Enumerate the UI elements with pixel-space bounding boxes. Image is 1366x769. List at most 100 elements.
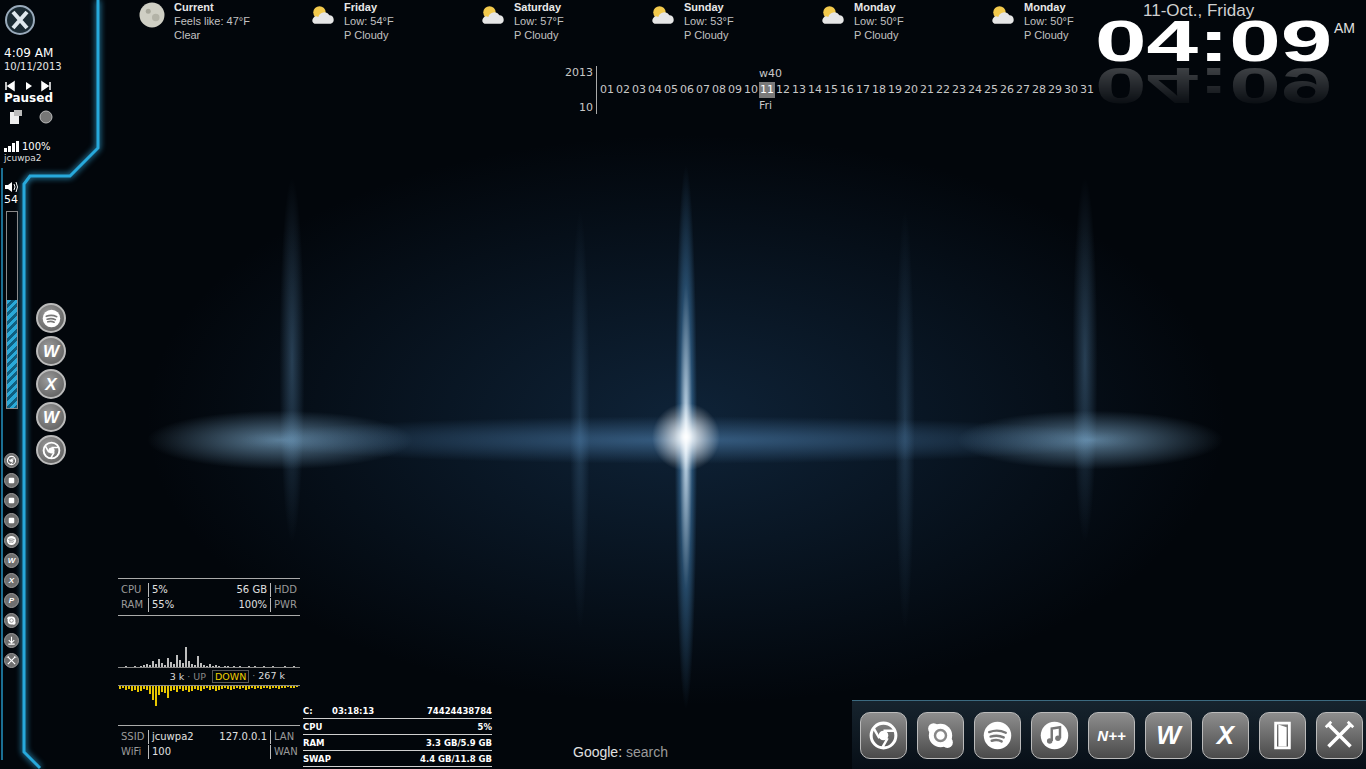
calendar-day[interactable]: 03	[631, 66, 647, 114]
calendar-day[interactable]: 09	[727, 66, 743, 114]
previous-icon[interactable]	[4, 77, 16, 89]
tools-icon[interactable]	[4, 653, 19, 668]
calendar-day-number: 01	[599, 82, 615, 98]
calendar-day[interactable]: 01	[599, 66, 615, 114]
chrome-icon[interactable]	[860, 712, 907, 759]
system-panel-value2: 100%	[238, 599, 267, 610]
drive-value: 4.4 GB/11.8 GB	[420, 754, 492, 764]
calendar-day[interactable]: 31	[1079, 66, 1095, 114]
notepad-icon[interactable]: N++	[1088, 712, 1135, 759]
system-panel-cell: CPU	[118, 583, 148, 597]
media-icons	[8, 109, 54, 129]
chart-bar	[281, 686, 283, 688]
calendar-day[interactable]: 02	[615, 66, 631, 114]
calendar-day[interactable]: 16	[839, 66, 855, 114]
separator: ·	[252, 670, 255, 683]
spotify-icon[interactable]	[974, 712, 1021, 759]
generic-icon[interactable]	[4, 473, 19, 488]
speaker-icon[interactable]	[38, 109, 54, 129]
chart-bar	[179, 660, 181, 667]
calendar: 20131001020304050607080910w4011Fri121314…	[565, 66, 1095, 114]
calendar-day[interactable]: 20	[903, 66, 919, 114]
letter-icon[interactable]: P	[4, 593, 19, 608]
chrome-icon[interactable]	[4, 453, 19, 468]
letter-icon[interactable]: X	[36, 369, 66, 399]
calendar-year-month: 201310	[565, 66, 597, 114]
google-search[interactable]: Google:search	[573, 744, 668, 760]
chart-bar	[158, 659, 160, 667]
letter-icon[interactable]: W	[36, 402, 66, 432]
weather-text: SaturdayLow: 57°FP Cloudy	[514, 0, 564, 42]
download-caption: DOWN	[212, 670, 249, 683]
chrome-icon[interactable]	[36, 435, 66, 465]
music-icon[interactable]	[1031, 712, 1078, 759]
upload-label: 3 k·UP	[118, 671, 209, 682]
generic-icon[interactable]	[4, 513, 19, 528]
chart-bar	[218, 686, 220, 690]
spotify-icon[interactable]	[36, 303, 66, 333]
calendar-day[interactable]: 18	[871, 66, 887, 114]
calendar-day[interactable]: 22	[935, 66, 951, 114]
device-icon[interactable]	[8, 109, 24, 129]
calendar-day[interactable]: 19	[887, 66, 903, 114]
calendar-day-number: 25	[983, 82, 999, 98]
play-icon[interactable]	[22, 77, 34, 89]
weather-item: SaturdayLow: 57°FP Cloudy	[476, 0, 646, 42]
weather-condition: P Cloudy	[684, 28, 734, 42]
calendar-day[interactable]: 13	[791, 66, 807, 114]
wifi-panel-label: SSID	[121, 731, 144, 742]
calendar-day[interactable]: w4011Fri	[759, 66, 775, 114]
calendar-day[interactable]: 27	[1015, 66, 1031, 114]
chart-bar	[197, 656, 199, 667]
volume-slider[interactable]	[6, 211, 18, 409]
calendar-day[interactable]: 24	[967, 66, 983, 114]
calendar-day[interactable]: 10	[743, 66, 759, 114]
calendar-day[interactable]: 14	[807, 66, 823, 114]
calendar-day[interactable]: 05	[663, 66, 679, 114]
calendar-day[interactable]: 17	[855, 66, 871, 114]
download-icon[interactable]	[4, 633, 19, 648]
calendar-day[interactable]: 25	[983, 66, 999, 114]
calendar-day-number: 18	[871, 82, 887, 98]
calendar-day[interactable]: 12	[775, 66, 791, 114]
calendar-day[interactable]: 26	[999, 66, 1015, 114]
next-icon[interactable]	[40, 77, 52, 89]
door-icon[interactable]	[1259, 712, 1306, 759]
letter-icon[interactable]: W	[4, 553, 19, 568]
sidebar-date: 10/11/2013	[4, 60, 62, 73]
signal-bar	[8, 146, 11, 152]
calendar-day[interactable]: 29	[1047, 66, 1063, 114]
upload-rate: 3 k	[170, 671, 185, 682]
weather-day: Saturday	[514, 1, 561, 13]
tools-icon[interactable]	[1316, 712, 1363, 759]
weather-partly-cloudy-icon	[986, 0, 1018, 42]
chart-bar	[203, 686, 205, 689]
calendar-day[interactable]: 28	[1031, 66, 1047, 114]
volume-icon[interactable]	[4, 178, 18, 190]
chart-bar	[152, 686, 154, 700]
chart-bar	[239, 686, 241, 689]
letter-icon[interactable]: X	[1202, 712, 1249, 759]
letter-icon[interactable]: W	[1145, 712, 1192, 759]
letter-icon[interactable]: X	[4, 573, 19, 588]
weather-moon-icon	[136, 0, 168, 42]
calendar-day[interactable]: 07	[695, 66, 711, 114]
calendar-day[interactable]: 23	[951, 66, 967, 114]
spotify-icon[interactable]	[4, 533, 19, 548]
search-field[interactable]: search	[626, 744, 668, 760]
skype-icon[interactable]	[917, 712, 964, 759]
system-panel-label: CPU	[121, 584, 141, 595]
x-logo-icon[interactable]	[4, 4, 36, 36]
drive-row: CPU5%	[303, 720, 492, 735]
skype-icon[interactable]	[4, 613, 19, 628]
generic-icon[interactable]	[4, 493, 19, 508]
upload-chart	[118, 643, 300, 667]
calendar-day[interactable]: 06	[679, 66, 695, 114]
calendar-day[interactable]: 15	[823, 66, 839, 114]
calendar-day[interactable]: 04	[647, 66, 663, 114]
letter-icon[interactable]: W	[36, 336, 66, 366]
calendar-day[interactable]: 30	[1063, 66, 1079, 114]
calendar-day[interactable]: 21	[919, 66, 935, 114]
calendar-day[interactable]: 08	[711, 66, 727, 114]
weather-item: MondayLow: 50°FP Cloudy	[816, 0, 986, 42]
